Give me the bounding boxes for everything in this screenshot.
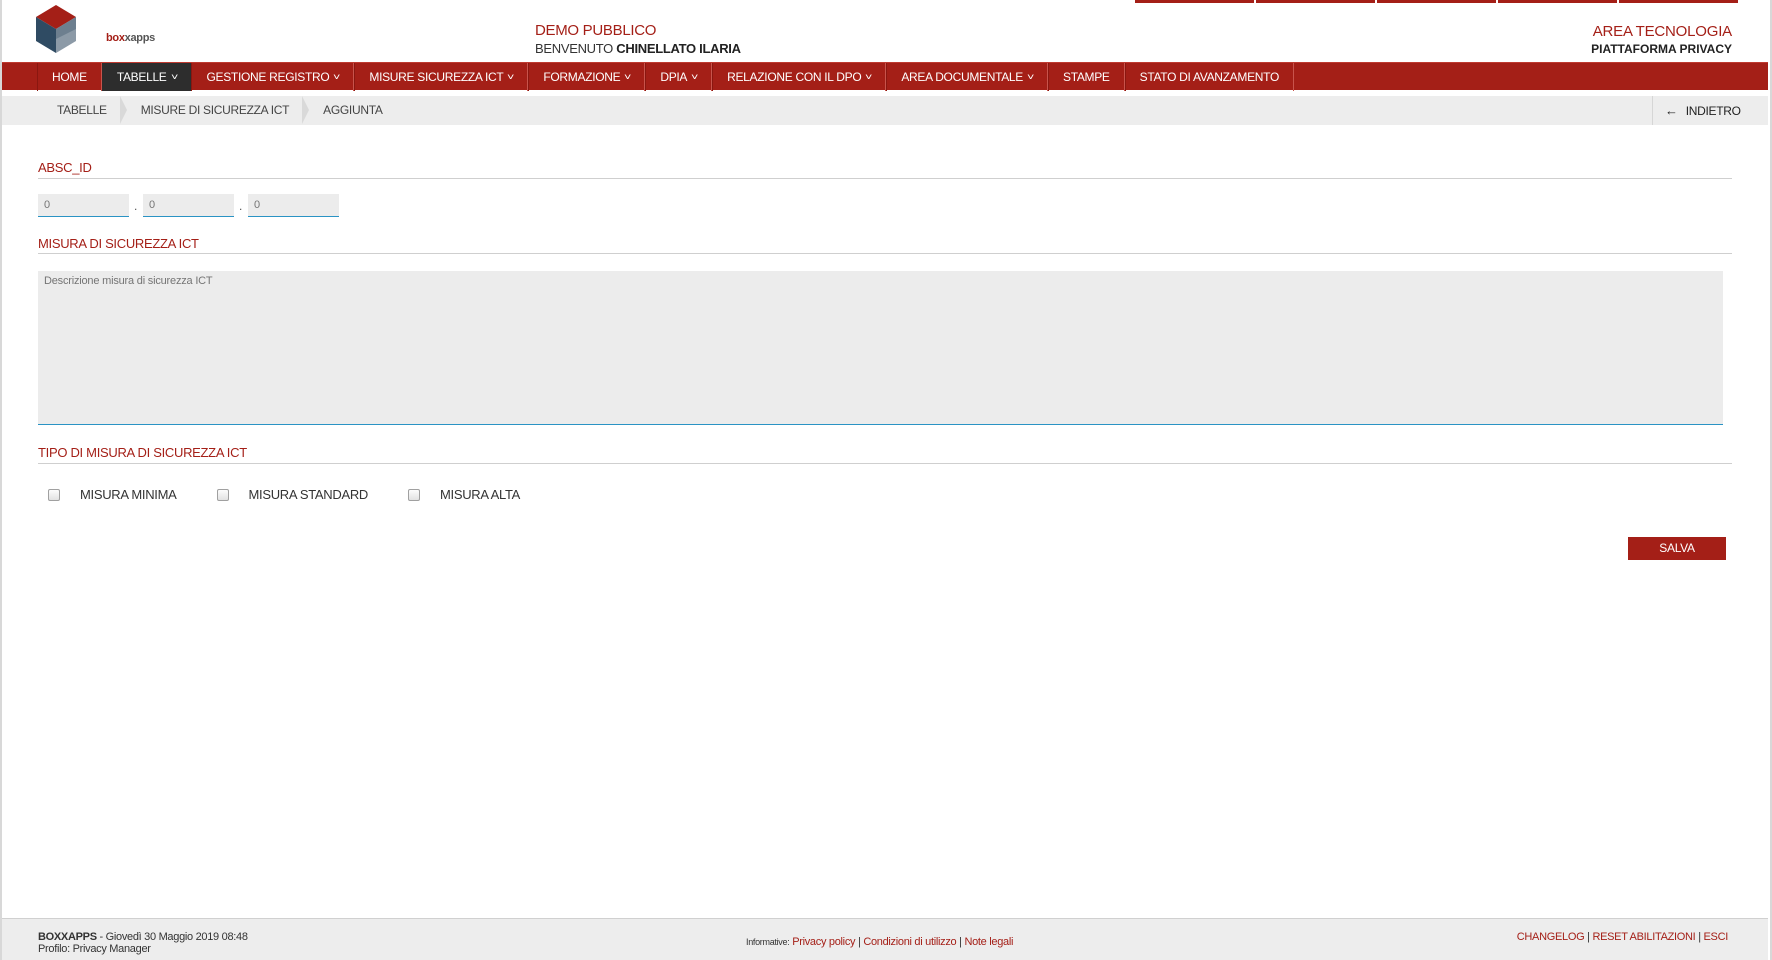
nav-item-label: RELAZIONE CON IL DPO	[727, 70, 862, 84]
boxxapps-logo[interactable]: boxxapps	[36, 5, 155, 59]
nav-item-stato-di-avanzamento[interactable]: STATO DI AVANZAMENTO	[1124, 63, 1294, 91]
nav-item-label: TABELLE	[116, 70, 167, 84]
chevron-down-icon: ˅	[1027, 72, 1034, 82]
measure-label: MISURA DI SICUREZZA ICT	[38, 236, 199, 251]
nav-item-dpia[interactable]: DPIA ˅	[645, 63, 713, 91]
nav-item-home[interactable]: HOME	[37, 63, 102, 91]
footer-actions: CHANGELOG | RESET ABILITAZIONI | ESCI	[1516, 931, 1729, 943]
footer-brand: BOXXAPPS	[38, 931, 97, 943]
info-label: Informative:	[746, 937, 790, 947]
header: boxxapps DEMO PUBBLICO BENVENUTO CHINELL…	[0, 0, 1772, 62]
nav-item-label: MISURE SICUREZZA ICT	[369, 70, 504, 84]
nav-item-label: STATO DI AVANZAMENTO	[1139, 70, 1280, 84]
back-label: INDIETRO	[1685, 104, 1741, 118]
measure-type-options: MISURA MINIMA MISURA STANDARD MISURA ALT…	[48, 487, 560, 502]
reset-permissions-link[interactable]: RESET ABILITAZIONI	[1592, 931, 1695, 943]
divider	[38, 178, 1732, 179]
chevron-down-icon: ˅	[507, 72, 515, 82]
logo-text: boxxapps	[106, 32, 155, 44]
checkbox-label: MISURA STANDARD	[248, 487, 369, 502]
checkbox-label: MISURA ALTA	[440, 487, 521, 502]
absc-id-field-3[interactable]	[248, 194, 339, 217]
checkbox[interactable]	[216, 488, 229, 501]
privacy-policy-link[interactable]: Privacy policy	[792, 936, 855, 948]
nav-item-label: AREA DOCUMENTALE	[901, 70, 1024, 84]
area-title: AREA TECNOLOGIA	[1592, 23, 1732, 40]
checkbox-standard[interactable]: MISURA STANDARD	[216, 487, 369, 502]
nav-item-label: FORMAZIONE	[543, 70, 621, 84]
checkbox[interactable]	[48, 488, 60, 501]
nav-item-area-documentale[interactable]: AREA DOCUMENTALE ˅	[886, 63, 1048, 91]
checkbox-label: MISURA MINIMA	[80, 487, 177, 502]
user-name: CHINELLATO ILARIA	[616, 41, 741, 56]
footer-info: BOXXAPPS - Giovedì 30 Maggio 2019 08:48 …	[38, 931, 248, 955]
nav-item-relazione-con-il-dpo[interactable]: RELAZIONE CON IL DPO ˅	[712, 63, 887, 91]
breadcrumb: TABELLE MISURE DI SICUREZZA ICT AGGIUNTA	[37, 96, 397, 125]
measure-type-label: TIPO DI MISURA DI SICUREZZA ICT	[38, 445, 247, 460]
checkbox-alta[interactable]: MISURA ALTA	[408, 487, 520, 502]
chevron-down-icon: ˅	[691, 72, 699, 82]
welcome-text: BENVENUTO CHINELLATO ILARIA	[535, 41, 741, 56]
id-separator: .	[239, 199, 243, 213]
logout-link[interactable]: ESCI	[1704, 931, 1729, 943]
breadcrumb-item[interactable]: TABELLE	[37, 96, 127, 125]
back-button[interactable]: ← INDIETRO	[1652, 96, 1768, 125]
footer-profile: Profilo: Privacy Manager	[38, 943, 151, 955]
absc-id-label: ABSC_ID	[38, 160, 92, 175]
footer-policies: Informative: Privacy policy | Condizioni…	[746, 936, 1014, 948]
footer-date: - Giovedì 30 Maggio 2019 08:48	[96, 931, 248, 943]
checkbox[interactable]	[408, 488, 420, 501]
nav-item-label: GESTIONE REGISTRO	[206, 70, 330, 84]
nav-item-misure-sicurezza-ict[interactable]: MISURE SICUREZZA ICT ˅	[354, 63, 529, 91]
changelog-link[interactable]: CHANGELOG	[1517, 931, 1585, 943]
divider	[38, 463, 1732, 464]
nav-item-label: DPIA	[660, 70, 688, 84]
absc-id-field-1[interactable]	[38, 194, 129, 217]
nav-item-tabelle[interactable]: TABELLE ˅	[101, 63, 192, 91]
nav-item-gestione-registro[interactable]: GESTIONE REGISTRO ˅	[191, 63, 355, 91]
chevron-down-icon: ˅	[170, 72, 178, 82]
platform-title: PIATTAFORMA PRIVACY	[1591, 42, 1732, 56]
save-button[interactable]: SALVA	[1628, 537, 1726, 560]
chevron-down-icon: ˅	[865, 72, 873, 82]
breadcrumb-bar: TABELLE MISURE DI SICUREZZA ICT AGGIUNTA ←…	[2, 96, 1768, 125]
divider	[38, 253, 1732, 254]
nav-item-stampe[interactable]: STAMPE	[1047, 63, 1125, 91]
company-name: DEMO PUBBLICO	[535, 22, 657, 39]
breadcrumb-item: AGGIUNTA	[323, 103, 383, 117]
arrow-left-icon: ←	[1665, 103, 1678, 118]
nav-item-label: HOME	[52, 70, 87, 84]
cube-logo-icon	[36, 5, 76, 53]
breadcrumb-item[interactable]: MISURE DI SICUREZZA ICT	[121, 96, 310, 125]
absc-id-field-2[interactable]	[143, 194, 234, 217]
checkbox-minima[interactable]: MISURA MINIMA	[48, 487, 177, 502]
page-frame	[0, 0, 1772, 960]
nav-item-label: STAMPE	[1062, 70, 1110, 84]
main-nav: HOME TABELLE ˅ GESTIONE REGISTRO ˅ MISURE SIC…	[2, 62, 1768, 91]
nav-item-formazione[interactable]: FORMAZIONE ˅	[528, 63, 646, 91]
legal-notes-link[interactable]: Note legali	[964, 936, 1013, 948]
chevron-down-icon: ˅	[333, 72, 341, 82]
measure-description-textarea[interactable]	[38, 271, 1723, 425]
footer: BOXXAPPS - Giovedì 30 Maggio 2019 08:48 …	[2, 918, 1768, 960]
id-separator: .	[134, 199, 138, 213]
terms-link[interactable]: Condizioni di utilizzo	[863, 936, 956, 948]
chevron-down-icon: ˅	[624, 72, 632, 82]
